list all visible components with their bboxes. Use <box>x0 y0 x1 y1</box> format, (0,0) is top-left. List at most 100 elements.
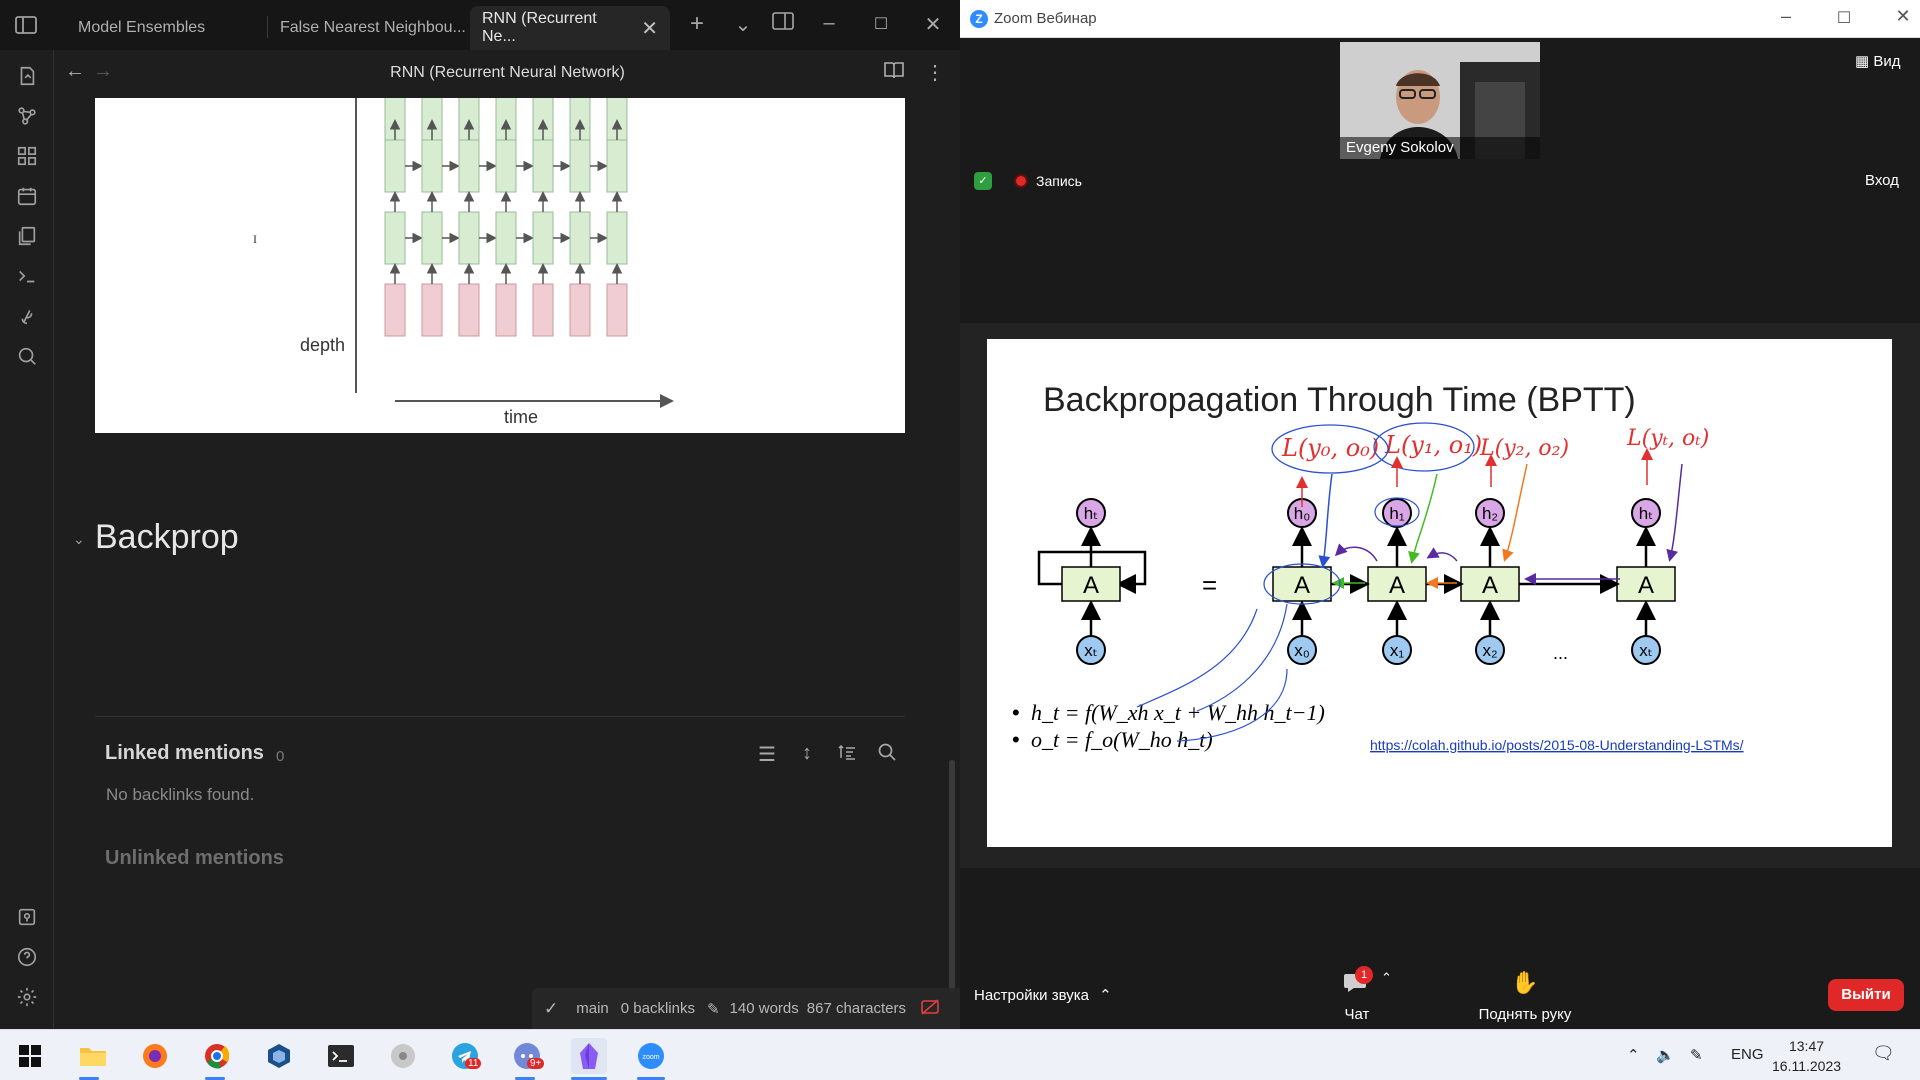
chevron-up-icon[interactable]: ⌃ <box>1381 970 1392 986</box>
file-explorer-icon[interactable] <box>75 1038 111 1074</box>
character-count: 867 characters <box>806 1000 906 1017</box>
reading-view-icon[interactable] <box>883 60 905 86</box>
sound-settings-button[interactable]: Настройки звука ⌃ <box>974 986 1112 1004</box>
hidden-node-label: h₁ <box>1389 504 1404 523</box>
vault-switcher-icon[interactable] <box>15 905 39 929</box>
pencil-icon[interactable]: ✎ <box>707 1000 720 1018</box>
equation-output: o_t = f_o(W_ho h_t) <box>1031 727 1213 752</box>
zoom-titlebar: Z Zoom Вебинар – ☐ ✕ <box>960 0 1920 38</box>
maximize-icon[interactable]: ☐ <box>1829 8 1859 28</box>
zoom-app-icon[interactable]: zoom <box>633 1038 669 1074</box>
view-label: Вид <box>1873 53 1901 70</box>
bullet: • <box>1012 727 1020 752</box>
settings-gear-icon[interactable] <box>15 985 39 1009</box>
sync-check-icon[interactable]: ✓ <box>544 999 558 1019</box>
recording-label: Запись <box>1036 173 1082 189</box>
open-quick-switcher-icon[interactable] <box>15 64 39 88</box>
chevron-up-icon: ⌃ <box>1099 987 1112 1004</box>
input-cell <box>606 283 628 337</box>
security-shield-icon[interactable]: ✓ <box>974 172 992 190</box>
bptt-diagram: Backpropagation Through Time (BPTT) xₜ Ah… <box>1012 381 1744 753</box>
maximize-icon[interactable]: ☐ <box>868 14 894 34</box>
system-clock[interactable]: 13:47 16.11.2023 <box>1772 1036 1841 1076</box>
sidebar-toggle-icon[interactable] <box>14 14 38 36</box>
chevron-down-icon[interactable]: ⌄ <box>730 12 756 37</box>
leave-button[interactable]: Выйти <box>1828 979 1904 1011</box>
hidden-cell <box>532 211 554 265</box>
backlinks-count[interactable]: 0 backlinks <box>621 1000 695 1017</box>
tray-expand-icon[interactable]: ⌃ <box>1627 1046 1640 1064</box>
close-window-icon[interactable]: ✕ <box>1888 6 1918 27</box>
editor-pane: ← → RNN (Recurrent Neural Network) ⋮ dep… <box>55 50 960 1050</box>
chat-button[interactable]: 1 ⌃ Чат <box>1327 966 1392 1023</box>
recording-icon <box>1014 174 1028 188</box>
equals-sign: = <box>1202 570 1217 600</box>
tab-rnn[interactable]: RNN (Recurrent Ne... ✕ <box>470 6 670 50</box>
collapse-chevron-icon[interactable]: ⌄ <box>73 531 85 548</box>
clock-time: 13:47 <box>1788 1038 1825 1054</box>
no-backlinks-text: No backlinks found. <box>106 785 255 804</box>
new-tab-icon[interactable]: + <box>684 10 710 38</box>
input-cell <box>532 283 554 337</box>
hidden-cell <box>458 211 480 265</box>
terminal-app-icon[interactable] <box>323 1038 359 1074</box>
notifications-icon[interactable]: 🗨 <box>1872 1043 1895 1064</box>
telegram-icon[interactable]: 11 <box>447 1038 483 1074</box>
input-cell <box>495 283 517 337</box>
note-title: RNN (Recurrent Neural Network) <box>390 64 625 81</box>
search-icon[interactable] <box>15 344 39 368</box>
terminal-icon[interactable] <box>15 264 39 288</box>
search-icon[interactable] <box>875 742 899 766</box>
graph-view-icon[interactable] <box>15 104 39 128</box>
chrome-icon[interactable] <box>199 1038 235 1074</box>
input-cell <box>384 283 406 337</box>
language-indicator[interactable]: ENG <box>1731 1046 1764 1063</box>
enter-button[interactable]: Вход <box>1865 172 1899 189</box>
unlinked-mentions-title[interactable]: Unlinked mentions <box>105 847 284 870</box>
firefox-icon[interactable] <box>137 1038 173 1074</box>
tab-false-nearest[interactable]: False Nearest Neighbou... <box>268 6 478 50</box>
view-button[interactable]: ▦ Вид <box>1855 52 1901 70</box>
tab-label: Model Ensembles <box>78 19 206 36</box>
audio-recorder-icon[interactable] <box>15 304 39 328</box>
hidden-cell <box>384 139 406 193</box>
close-window-icon[interactable]: ✕ <box>920 12 946 37</box>
obsidian-app-icon[interactable] <box>571 1038 607 1074</box>
zoom-controls: Настройки звука ⌃ 1 ⌃ Чат ✋ Поднять руку… <box>960 956 1920 1029</box>
linked-mentions-title[interactable]: Linked mentions <box>105 742 264 765</box>
virtualbox-icon[interactable] <box>261 1038 297 1074</box>
split-pane-icon[interactable] <box>770 12 796 36</box>
volume-icon[interactable]: 🔈 <box>1656 1046 1675 1064</box>
more-options-icon[interactable]: ⋮ <box>925 60 945 85</box>
close-icon[interactable]: ✕ <box>641 16 658 41</box>
minimize-icon[interactable]: – <box>1771 6 1801 27</box>
disc-app-icon[interactable] <box>385 1038 421 1074</box>
loss-t: L(yₜ, oₜ) <box>1626 426 1709 451</box>
rnn-depth-time-figure: depth time I <box>95 98 905 433</box>
sync-error-icon[interactable] <box>920 998 940 1020</box>
sort-icon[interactable] <box>835 742 859 766</box>
templates-icon[interactable] <box>15 224 39 248</box>
discord-icon[interactable]: 9+ <box>509 1038 545 1074</box>
help-icon[interactable] <box>15 945 39 969</box>
calendar-icon[interactable] <box>15 184 39 208</box>
raise-hand-button[interactable]: ✋ Поднять руку <box>1465 970 1585 1023</box>
depth-axis-label: depth <box>300 335 345 355</box>
linked-mentions-count: 0 <box>276 748 285 765</box>
list-view-icon[interactable]: ☰ <box>755 742 779 766</box>
git-branch[interactable]: main <box>576 1000 609 1017</box>
input-node-label: xₜ <box>1639 641 1653 660</box>
canvas-icon[interactable] <box>15 144 39 168</box>
input-cell <box>458 283 480 337</box>
expand-collapse-icon[interactable]: ↕ <box>795 742 819 766</box>
pen-icon[interactable]: ✎ <box>1690 1046 1703 1064</box>
input-cell <box>421 283 443 337</box>
tab-model-ensembles[interactable]: Model Ensembles <box>66 6 217 50</box>
note-header: ← → RNN (Recurrent Neural Network) ⋮ <box>55 50 960 98</box>
hidden-cell <box>421 211 443 265</box>
input-node-label: x₀ <box>1294 641 1310 660</box>
equation-hidden-state: h_t = f(W_xh x_t + W_hh h_t−1) <box>1031 700 1325 725</box>
windows-start-icon[interactable] <box>12 1038 48 1074</box>
minimize-icon[interactable]: – <box>816 12 842 35</box>
participant-video[interactable]: Evgeny Sokolov <box>1340 42 1540 159</box>
